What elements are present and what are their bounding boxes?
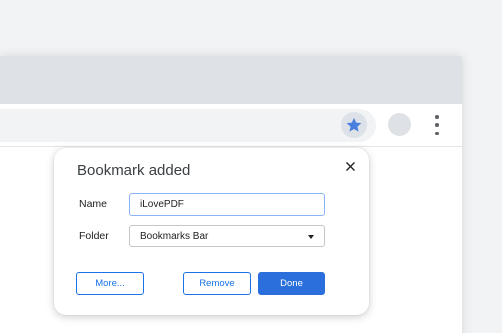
- done-button[interactable]: Done: [258, 272, 325, 295]
- bookmark-dialog: Bookmark added Name Folder Bookmarks Bar…: [54, 148, 369, 315]
- address-bar[interactable]: [0, 109, 376, 142]
- caret-down-icon: [308, 235, 314, 239]
- profile-avatar[interactable]: [388, 113, 411, 136]
- screen: Bookmark added Name Folder Bookmarks Bar…: [0, 0, 502, 333]
- kebab-menu-icon[interactable]: [433, 115, 441, 135]
- dialog-title: Bookmark added: [77, 162, 191, 179]
- bookmark-star-button[interactable]: [341, 112, 367, 138]
- folder-label: Folder: [79, 230, 109, 242]
- star-icon: [346, 117, 362, 132]
- name-label: Name: [79, 198, 108, 210]
- tab-strip: [0, 56, 462, 104]
- name-input[interactable]: [129, 193, 325, 216]
- close-button[interactable]: [342, 158, 358, 174]
- remove-button[interactable]: Remove: [183, 272, 251, 295]
- folder-selected-value: Bookmarks Bar: [140, 230, 209, 242]
- close-icon: [345, 161, 355, 171]
- more-button[interactable]: More...: [76, 272, 144, 295]
- folder-dropdown[interactable]: Bookmarks Bar: [129, 225, 325, 247]
- toolbar: [0, 104, 462, 147]
